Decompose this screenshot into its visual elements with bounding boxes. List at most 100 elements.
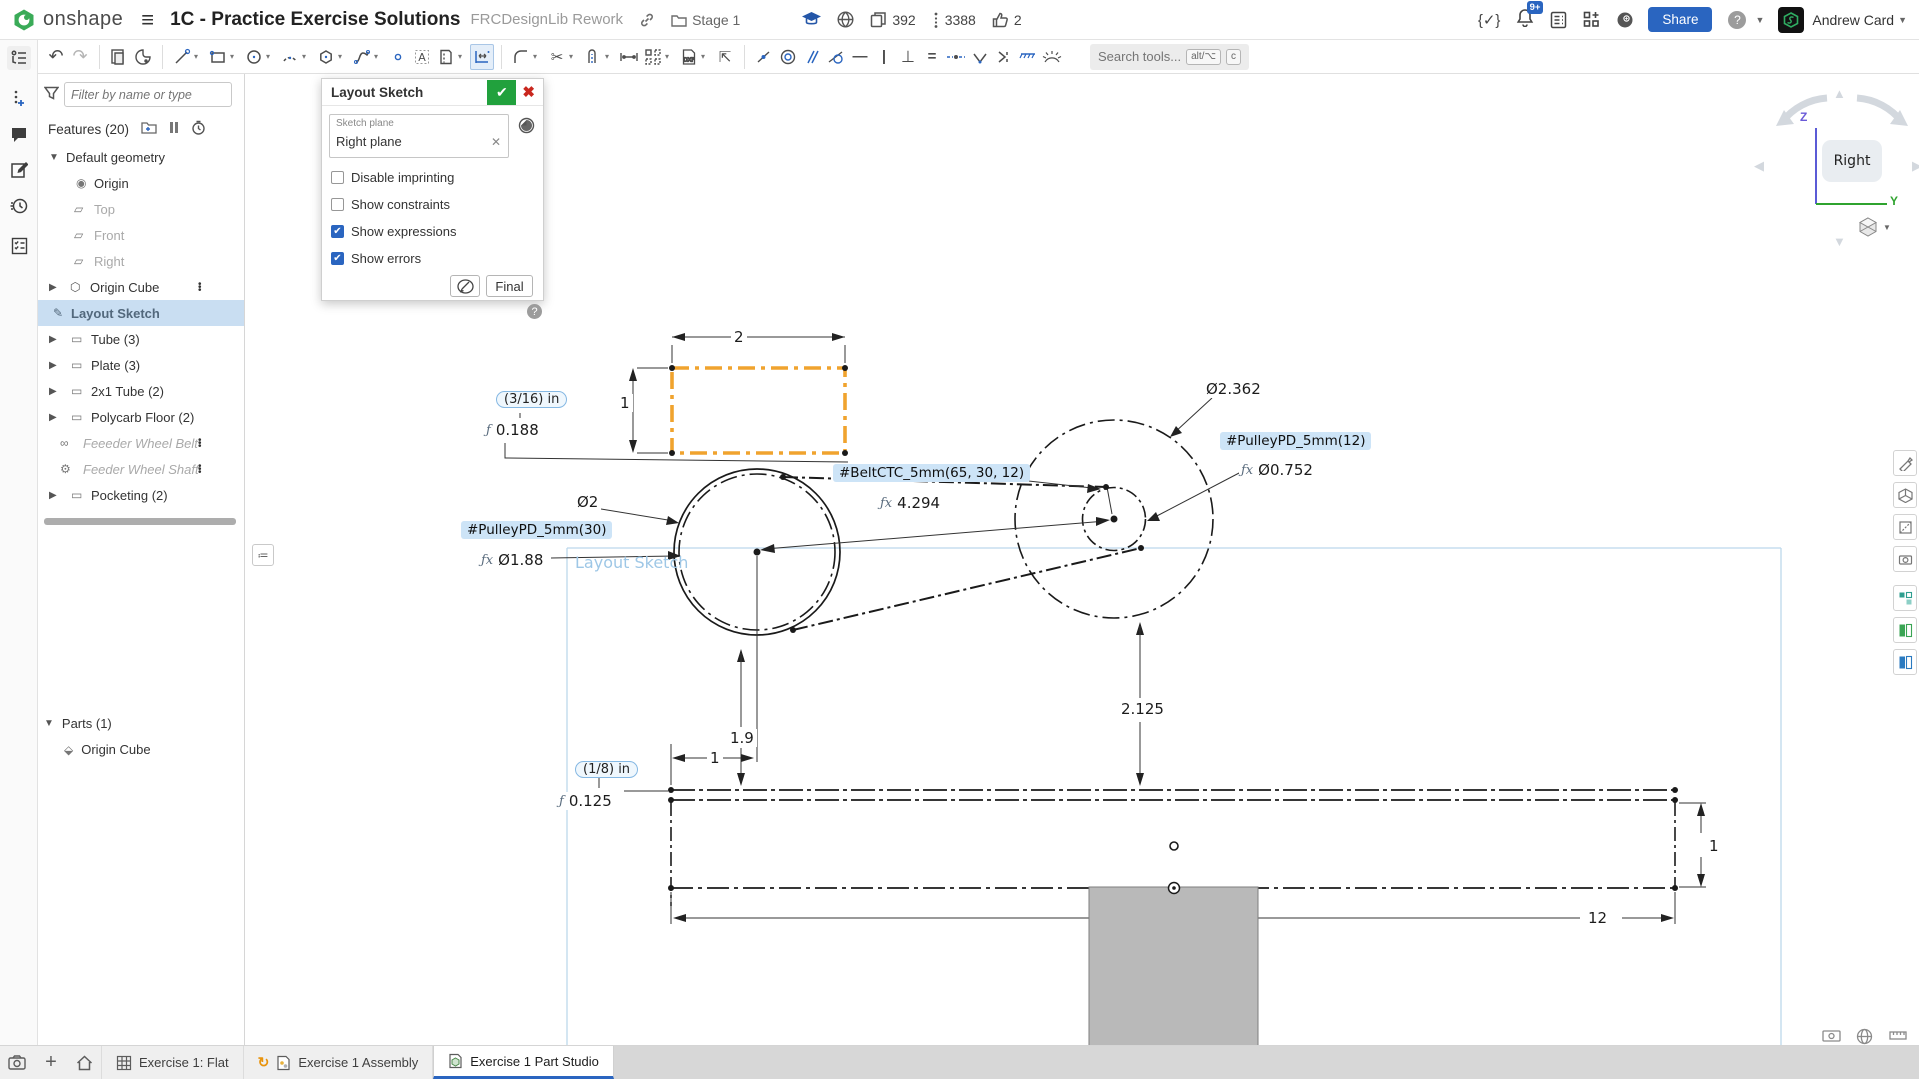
tree-item-top-plane[interactable]: ▱ Top <box>38 196 244 222</box>
fillet-tool-menu-icon[interactable]: ▾ <box>533 52 545 61</box>
add-tab-button[interactable]: + <box>34 1046 68 1079</box>
filter-input[interactable] <box>64 82 232 107</box>
dialog-help-icon[interactable]: ? <box>527 304 542 319</box>
point-tool-icon[interactable] <box>386 44 410 70</box>
tree-item-layout-sketch[interactable]: ✎ Layout Sketch <box>38 300 244 326</box>
tree-item-default-geometry[interactable]: ▼ Default geometry <box>38 144 244 170</box>
feature-list-toggle-icon[interactable] <box>7 46 31 70</box>
likes-stat[interactable]: 2 <box>992 11 1022 28</box>
dim-rect-height[interactable]: 1 <box>617 394 633 412</box>
parallel-constraint-icon[interactable] <box>800 44 824 70</box>
parts-header-row[interactable]: ▼ Parts (1) <box>44 716 112 731</box>
belt-ctc-expression-chip[interactable]: #BeltCTC_5mm(65, 30, 12) <box>833 464 1030 482</box>
tree-item-origin-cube[interactable]: ▶ ⬡ Origin Cube ••• <box>38 274 244 300</box>
dim-rect-width[interactable]: 2 <box>731 328 747 346</box>
pulley-small-pd-expression-chip[interactable]: #PulleyPD_5mm(12) <box>1220 432 1371 450</box>
checkbox-show-constraints[interactable]: Show constraints <box>331 197 450 212</box>
tab-exercise-1-flat[interactable]: Exercise 1: Flat <box>102 1046 244 1079</box>
dim-pulley2-floor-gap[interactable]: 2.125 <box>1118 700 1167 718</box>
tab-exercise-1-part-studio[interactable]: Exercise 1 Part Studio <box>433 1046 614 1079</box>
tree-item-feeder-wheel-belt[interactable]: ∞ Feeeder Wheel Belt ••• <box>38 430 244 456</box>
view-cube-face[interactable]: Right <box>1822 140 1882 182</box>
view-tool-named-views-icon[interactable] <box>1893 617 1917 643</box>
caret-collapsed-icon[interactable]: ▶ <box>49 282 57 293</box>
tree-item-plate-folder[interactable]: ▶ ▭ Plate (3) <box>38 352 244 378</box>
redo-icon[interactable]: ↷ <box>68 44 92 70</box>
rotate-down-icon[interactable]: ▼ <box>1833 234 1846 249</box>
checkbox-show-errors[interactable]: ✔ Show errors <box>331 251 421 266</box>
suppress-icon[interactable] <box>169 121 179 137</box>
tree-item-right-plane[interactable]: ▱ Right <box>38 248 244 274</box>
pierce-constraint-icon[interactable] <box>992 44 1016 70</box>
rollback-dots-icon[interactable]: ••• <box>198 439 202 448</box>
view-tool-camera-icon[interactable] <box>1893 546 1917 572</box>
floor-thickness-fraction-chip[interactable]: (1/8) in <box>575 761 638 778</box>
checkbox-checked-icon[interactable]: ✔ <box>331 225 344 238</box>
dimension-tool-icon[interactable] <box>470 44 494 70</box>
import-dxf-icon[interactable]: DXF <box>677 44 701 70</box>
view-mode-selector[interactable]: ▼ <box>1857 216 1891 238</box>
capture-thumbnail-icon[interactable] <box>0 1046 34 1079</box>
tree-item-polycarb-floor-folder[interactable]: ▶ ▭ Polycarb Floor (2) <box>38 404 244 430</box>
belt-width-fraction-chip[interactable]: (3/16) in <box>496 391 567 408</box>
parts-item-origin-cube[interactable]: ⬙ Origin Cube <box>64 742 151 757</box>
panel-handle[interactable]: ≔ <box>252 544 274 566</box>
final-button[interactable]: Final <box>486 275 533 297</box>
rollback-dots-icon[interactable]: ••• <box>198 283 202 292</box>
midpoint-constraint-icon[interactable] <box>944 44 968 70</box>
checkbox-show-expressions[interactable]: ✔ Show expressions <box>331 224 457 239</box>
trim-tool-icon[interactable]: ✂ <box>545 44 569 70</box>
tasks-icon[interactable] <box>1550 11 1567 29</box>
notifications-bell[interactable]: 9+ <box>1516 8 1534 32</box>
equal-constraint-icon[interactable]: = <box>920 44 944 70</box>
caret-collapsed-icon[interactable]: ▶ <box>49 360 57 371</box>
main-menu-icon[interactable]: ≡ <box>141 7 154 33</box>
line-tool-menu-icon[interactable]: ▾ <box>194 52 206 61</box>
avatar[interactable] <box>1778 7 1804 33</box>
view-tool-split-icon[interactable] <box>1893 649 1917 675</box>
sketch-plane-field[interactable]: Sketch plane Right plane ✕ <box>329 114 509 158</box>
help-menu[interactable]: ? ▼ <box>1728 11 1764 29</box>
deferred-icon[interactable] <box>518 117 535 139</box>
spline-tool-icon[interactable] <box>350 44 374 70</box>
pattern-tool-icon[interactable] <box>641 44 665 70</box>
checklist-icon[interactable] <box>7 234 31 258</box>
tree-item-pocketing-folder[interactable]: ▶ ▭ Pocketing (2) <box>38 482 244 508</box>
featurescript-icon[interactable]: {✓} <box>1478 11 1501 29</box>
caret-expanded-icon[interactable]: ▼ <box>49 152 59 163</box>
fix-constraint-icon[interactable] <box>1016 44 1040 70</box>
circle-tool-icon[interactable] <box>242 44 266 70</box>
tree-item-origin[interactable]: ◉ Origin <box>38 170 244 196</box>
vertical-constraint-icon[interactable]: | <box>872 44 896 70</box>
dim-floor-length[interactable]: 12 <box>1585 909 1610 927</box>
perpendicular-constraint-icon[interactable]: ⊥ <box>896 44 920 70</box>
filter-icon[interactable] <box>38 86 64 103</box>
caret-collapsed-icon[interactable]: ▶ <box>49 386 57 397</box>
use-project-tool-icon[interactable] <box>434 44 458 70</box>
share-button[interactable]: Share <box>1648 7 1712 32</box>
arc-tool-menu-icon[interactable]: ▾ <box>302 52 314 61</box>
arc-tool-icon[interactable] <box>278 44 302 70</box>
pulley-large-od-dim[interactable]: Ø2 <box>574 493 601 511</box>
offset-tool-icon[interactable] <box>581 44 605 70</box>
user-name[interactable]: Andrew Card <box>1812 12 1894 28</box>
dim-pulley-floor-gap[interactable]: 1.9 <box>727 729 757 747</box>
spline-tool-menu-icon[interactable]: ▾ <box>374 52 386 61</box>
rollback-dots-icon[interactable]: ••• <box>198 465 202 474</box>
search-tools-input[interactable]: Search tools... alt/⌥ c <box>1090 44 1249 70</box>
fillet-tool-icon[interactable] <box>509 44 533 70</box>
import-dxf-menu-icon[interactable]: ▾ <box>701 52 713 61</box>
dim-tube-height[interactable]: 1 <box>1706 837 1722 855</box>
ai-assistant-icon[interactable] <box>1616 11 1634 29</box>
pulley-small-pd-dim[interactable]: ƒx Ø0.752 <box>1239 461 1315 479</box>
tree-item-tube-folder[interactable]: ▶ ▭ Tube (3) <box>38 326 244 352</box>
versions-stat[interactable]: 3388 <box>932 11 976 29</box>
belt-ctc-dim[interactable]: ƒx 4.294 <box>878 494 942 512</box>
caret-collapsed-icon[interactable]: ▶ <box>49 334 57 345</box>
checkbox-unchecked-icon[interactable] <box>331 171 344 184</box>
cancel-button[interactable]: ✖ <box>522 83 535 101</box>
learning-icon[interactable] <box>802 12 821 27</box>
insert-feature-icon[interactable] <box>7 86 31 110</box>
home-tab-icon[interactable] <box>68 1046 102 1079</box>
edit-sketch-button[interactable] <box>450 275 480 297</box>
